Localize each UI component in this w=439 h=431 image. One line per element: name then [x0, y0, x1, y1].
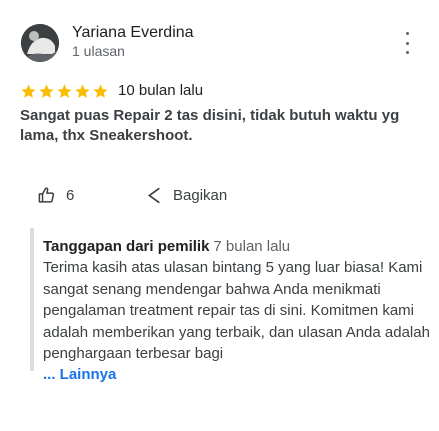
review-text: Sangat puas Repair 2 tas disini, tidak b… [20, 107, 400, 144]
star-icon [57, 83, 72, 98]
reviewer-review-count: 1 ulasan [72, 43, 125, 59]
star-icon [93, 83, 108, 98]
star-icon [75, 83, 90, 98]
more-options-icon[interactable] [398, 32, 416, 54]
review-time: 10 bulan lalu [118, 82, 204, 99]
reviewer-avatar[interactable] [21, 24, 59, 62]
owner-response: Tanggapan dari pemilik 7 bulan lalu Terim… [30, 228, 438, 383]
owner-response-text: Terima kasih atas ulasan bintang 5 yang … [43, 259, 430, 363]
like-button[interactable]: 6 [37, 186, 74, 205]
read-more-link[interactable]: ... Lainnya [43, 365, 438, 385]
owner-response-title: Tanggapan dari pemilik [43, 238, 210, 255]
like-count: 6 [66, 187, 75, 204]
owner-response-time: 7 bulan lalu [213, 238, 291, 255]
share-label: Bagikan [173, 187, 228, 204]
share-icon [147, 187, 160, 204]
star-icon [21, 83, 36, 98]
thumb-up-icon [38, 187, 55, 203]
share-button[interactable]: Bagikan [146, 186, 227, 205]
reviewer-name[interactable]: Yariana Everdina [72, 24, 194, 42]
star-rating [20, 82, 110, 100]
star-icon [39, 83, 54, 98]
owner-response-header: Tanggapan dari pemilik 7 bulan lalu [43, 237, 438, 257]
